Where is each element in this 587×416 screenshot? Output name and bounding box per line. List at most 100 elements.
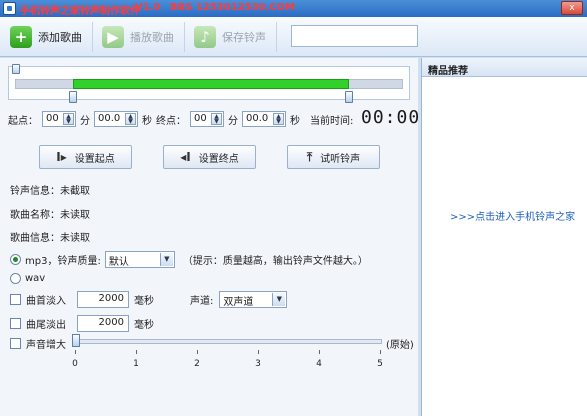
wav-label: wav	[25, 273, 46, 284]
add-song-button[interactable]: + 添加歌曲	[6, 22, 93, 52]
start-second-value: 00.0	[98, 113, 121, 124]
scale-tick	[136, 350, 137, 354]
quality-value: 默认	[108, 257, 129, 268]
start-minute-value: 00	[46, 113, 59, 124]
scale-tick	[197, 350, 198, 354]
fade-in-input[interactable]: 2000	[77, 291, 129, 308]
end-second-stepper[interactable]: 00.0 ▲ ▼	[242, 111, 286, 127]
play-song-button[interactable]: ▶ 播放歌曲	[98, 22, 185, 52]
preview-label: 试听铃声	[320, 153, 361, 165]
ring-info: 铃声信息：未截取	[10, 186, 90, 197]
toolbar: + 添加歌曲 ▶ 播放歌曲 ♪ 保存铃声	[0, 17, 587, 57]
wav-row: wav	[10, 273, 45, 284]
recommend-header: 精品推荐	[422, 58, 587, 77]
close-icon: x	[569, 3, 575, 13]
current-time-display: 00:00	[361, 107, 421, 128]
spin-arrows-icon[interactable]: ▲ ▼	[211, 113, 222, 125]
volume-checkbox[interactable]	[10, 338, 21, 349]
end-second-value: 00.0	[246, 113, 269, 124]
window-title: 手机铃声之家铃声制作软件	[20, 6, 140, 17]
selection-track[interactable]	[8, 64, 410, 103]
scale-tick-label: 2	[194, 359, 200, 369]
search-input[interactable]	[291, 25, 418, 47]
set-start-button[interactable]: I▸ 设置起点	[39, 145, 132, 169]
second-unit: 秒	[290, 115, 300, 127]
wav-radio[interactable]	[10, 273, 21, 284]
second-unit: 秒	[142, 115, 152, 127]
fade-out-row: 曲尾淡出 2000 毫秒	[10, 315, 154, 332]
spin-arrows-icon[interactable]: ▲ ▼	[63, 113, 74, 125]
fade-out-input[interactable]: 2000	[77, 315, 129, 332]
set-end-icon: ◂I	[180, 150, 191, 164]
volume-slider-thumb[interactable]	[72, 334, 80, 347]
minute-unit: 分	[80, 115, 90, 127]
start-handle[interactable]	[69, 91, 78, 103]
mp3-label: mp3，铃声质量:	[25, 256, 101, 267]
end-label: 终点：	[156, 115, 186, 127]
scale-tick	[258, 350, 259, 354]
play-song-label: 播放歌曲	[130, 31, 174, 44]
quality-select[interactable]: 默认 ▼	[104, 251, 175, 268]
add-song-label: 添加歌曲	[38, 31, 82, 44]
position-marker[interactable]	[12, 64, 20, 74]
channel-label: 声道:	[190, 296, 214, 307]
spin-arrows-icon[interactable]: ▲ ▼	[273, 113, 284, 125]
set-start-icon: I▸	[56, 150, 67, 164]
end-minute-stepper[interactable]: 00 ▲ ▼	[190, 111, 224, 127]
set-start-label: 设置起点	[74, 153, 115, 165]
bbs-label: BBS 1253012530.COM	[170, 2, 296, 13]
app-icon	[3, 2, 16, 15]
play-icon: ▶	[102, 26, 124, 48]
plus-icon: +	[10, 26, 32, 48]
current-time-label: 当前时间:	[310, 115, 354, 127]
recommend-panel: 精品推荐 >>>点击进入手机铃声之家	[421, 58, 587, 416]
fade-in-row: 曲首淡入 2000 毫秒	[10, 291, 154, 308]
set-end-label: 设置终点	[198, 153, 239, 165]
quality-hint: （提示：质量越高，输出铃声文件越大。）	[182, 256, 368, 267]
preview-icon: ⤒	[306, 149, 313, 164]
channel-select[interactable]: 双声道 ▼	[219, 291, 288, 308]
selection-range	[73, 79, 349, 89]
scale-tick-label: 5	[377, 359, 383, 369]
chevron-down-icon[interactable]: ▼	[159, 253, 173, 266]
version-label: V1.0	[135, 2, 161, 13]
start-minute-stepper[interactable]: 00 ▲ ▼	[42, 111, 76, 127]
end-handle[interactable]	[344, 91, 353, 103]
scale-tick	[380, 350, 381, 354]
volume-slider-rail[interactable]	[74, 339, 382, 344]
close-button[interactable]: x	[561, 1, 583, 15]
channel-value: 双声道	[223, 297, 254, 308]
mp3-radio[interactable]	[10, 254, 21, 265]
minute-unit: 分	[228, 115, 238, 127]
title-bar: 手机铃声之家铃声制作软件 V1.0 BBS 1253012530.COM x	[0, 0, 587, 17]
set-end-button[interactable]: ◂I 设置终点	[163, 145, 256, 169]
scale-tick-label: 4	[316, 359, 322, 369]
fade-out-label: 曲尾淡出	[26, 320, 66, 331]
start-second-stepper[interactable]: 00.0 ▲ ▼	[94, 111, 138, 127]
scale-tick	[75, 350, 76, 354]
volume-row: 声音增大	[10, 336, 66, 351]
scale-tick	[319, 350, 320, 354]
fade-in-label: 曲首淡入	[26, 296, 66, 307]
start-label: 起点：	[8, 115, 38, 127]
preview-button[interactable]: ⤒ 试听铃声	[287, 145, 380, 169]
end-minute-value: 00	[194, 113, 207, 124]
scale-tick-label: 3	[255, 359, 261, 369]
editor-panel: 起点： 00 ▲ ▼ 分 00.0 ▲ ▼ 秒 终点： 00 ▲ ▼ 分 00.0 ▲ ▼ 秒 …	[0, 58, 421, 416]
chevron-down-icon[interactable]: ▼	[272, 293, 286, 306]
time-row: 起点： 00 ▲ ▼ 分 00.0 ▲ ▼ 秒 终点： 00 ▲ ▼ 分 00.0 ▲ ▼ 秒 …	[8, 110, 353, 128]
channel-row: 声道: 双声道 ▼	[190, 291, 288, 308]
scale-tick-label: 1	[133, 359, 139, 369]
volume-original-label: (原始)	[386, 340, 414, 351]
song-name: 歌曲名称：未读取	[10, 210, 90, 221]
mp3-row: mp3，铃声质量: 默认 ▼ （提示：质量越高，输出铃声文件越大。）	[10, 251, 368, 268]
spin-arrows-icon[interactable]: ▲ ▼	[125, 113, 136, 125]
ms-unit: 毫秒	[134, 296, 154, 307]
save-ringtone-button[interactable]: ♪ 保存铃声	[190, 22, 277, 52]
song-info: 歌曲信息：未读取	[10, 233, 90, 244]
fade-out-checkbox[interactable]	[10, 318, 21, 329]
ringtone-home-link[interactable]: >>>点击进入手机铃声之家	[450, 208, 575, 223]
volume-label: 声音增大	[26, 340, 66, 351]
ms-unit: 毫秒	[134, 320, 154, 331]
fade-in-checkbox[interactable]	[10, 294, 21, 305]
